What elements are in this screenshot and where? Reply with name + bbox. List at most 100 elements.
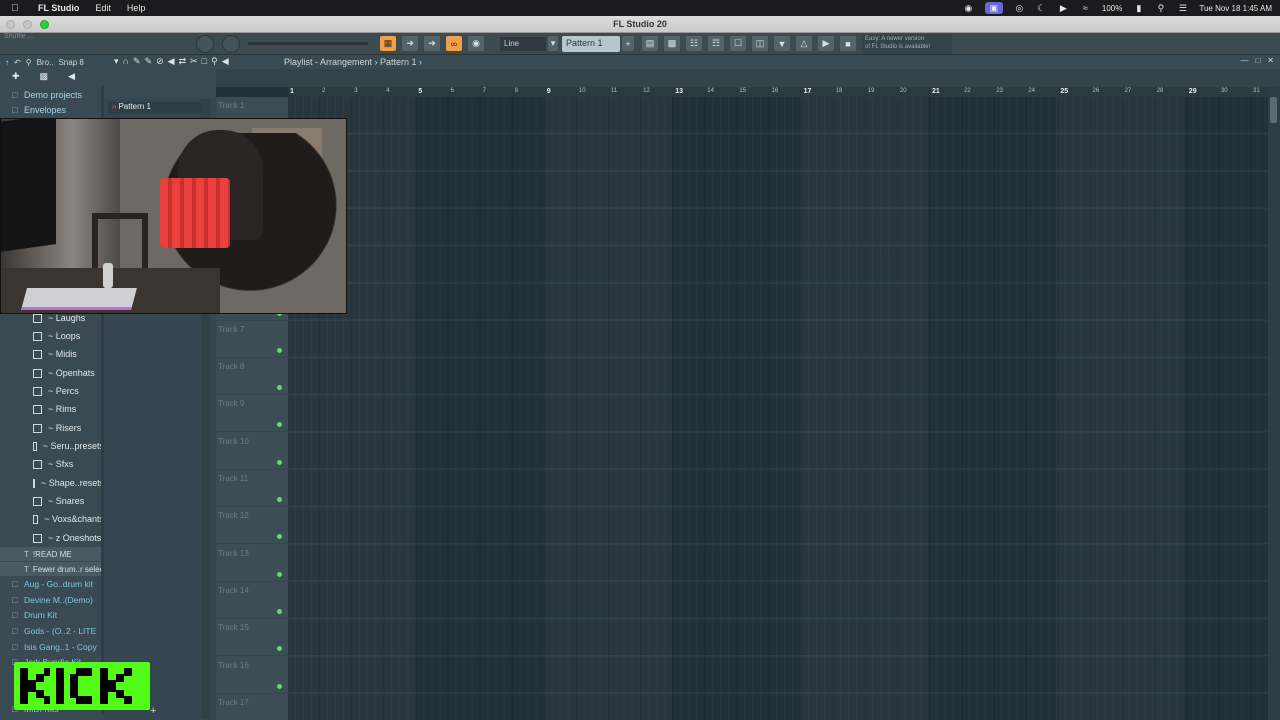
checkbox[interactable]	[33, 331, 42, 341]
master-pitch-knob[interactable]	[222, 35, 240, 53]
mute-icon[interactable]: ◀	[168, 56, 175, 67]
checkbox[interactable]	[33, 386, 42, 396]
track-header[interactable]: Track 9	[216, 395, 288, 433]
online-news-icon[interactable]: ■	[840, 36, 856, 51]
track-enable-led[interactable]	[277, 459, 282, 465]
maximize-icon[interactable]: □	[1255, 56, 1260, 65]
checkbox[interactable]	[33, 441, 37, 451]
track-header[interactable]: Track 7	[216, 321, 288, 358]
channel-rack-icon[interactable]: ☷	[686, 36, 702, 51]
browser-subfolder[interactable]: ~ Rims	[0, 401, 104, 417]
browser-subfolder[interactable]: ~ Risers	[0, 420, 104, 436]
browser-kit-folder[interactable]: □ Drum Kit	[0, 607, 104, 623]
mixer-icon[interactable]: ☶	[708, 36, 724, 51]
checkbox[interactable]	[33, 459, 42, 469]
minimize-icon[interactable]: —	[1240, 56, 1248, 65]
focus-moon-icon[interactable]: ☾	[1036, 3, 1047, 13]
browser-kit-folder[interactable]: □ Devine M..(Demo)	[0, 592, 104, 608]
checkbox[interactable]	[33, 478, 35, 488]
snap-dropdown-icon[interactable]: ▾	[548, 36, 558, 51]
checkbox[interactable]	[33, 423, 42, 433]
snap-mode-select[interactable]: Line	[500, 37, 546, 51]
track-header[interactable]: Track 13	[216, 545, 288, 582]
playback-icon[interactable]: ◀	[222, 56, 229, 67]
browser-file[interactable]: TFewer drum..r selected	[0, 562, 104, 576]
screen-share-icon[interactable]: ▣	[984, 2, 1003, 14]
playlist-scrollbar[interactable]	[1268, 87, 1280, 720]
menu-arrow-icon[interactable]: ▾	[114, 56, 119, 67]
slice-icon[interactable]: ✂	[190, 56, 198, 67]
clock[interactable]: Tue Nov 18 1:45 AM	[1199, 4, 1272, 13]
render-icon[interactable]: ▶	[818, 36, 834, 51]
track-header[interactable]: Track 11	[216, 470, 288, 507]
clipboard-icon[interactable]: ▩	[40, 71, 49, 85]
playlist-window-icon[interactable]: ▤	[642, 36, 658, 51]
arrow-up-icon[interactable]: ↑	[5, 58, 9, 67]
track-enable-led[interactable]	[277, 608, 282, 614]
browser-subfolder[interactable]: ~ z Oneshots	[0, 530, 104, 546]
browser-subfolder[interactable]: ~ Shape..resets	[0, 475, 104, 491]
browser-subfolder[interactable]: ~ Seru..presets	[0, 438, 104, 454]
search-icon[interactable]: ⚲	[26, 58, 32, 67]
timeline-ruler[interactable]: 1 2 3 4 5 6 7 8 9 10 11 12 13 14 15 16 17 18 19 20 21 22 23 24 2…	[288, 87, 1268, 97]
checkbox[interactable]	[33, 368, 42, 378]
checkbox[interactable]	[33, 313, 42, 323]
track-header[interactable]: Track 12	[216, 507, 288, 545]
track-enable-led[interactable]	[277, 422, 282, 428]
checkbox[interactable]	[33, 349, 42, 359]
cut-icon[interactable]: ➜	[424, 36, 440, 51]
track-enable-led[interactable]	[277, 347, 282, 353]
plugin-icon[interactable]: ◫	[752, 36, 768, 51]
track-enable-led[interactable]	[277, 497, 282, 502]
app-menu[interactable]: FL Studio	[30, 3, 87, 13]
edit-menu[interactable]: Edit	[87, 3, 119, 13]
snap-label[interactable]: Snap 8	[58, 58, 83, 67]
pattern-selector[interactable]: Pattern 1	[562, 36, 620, 52]
browser-subfolder[interactable]: ~ Percs	[0, 383, 104, 399]
browser-subfolder[interactable]: ~ Snares	[0, 493, 104, 509]
browser-kit-folder[interactable]: □ Aug - Go..drum kit	[0, 576, 104, 592]
zoom-icon[interactable]: ⚲	[211, 56, 218, 67]
obs-icon[interactable]: ◉	[963, 3, 974, 13]
browser-folder[interactable]: □ Demo projects	[0, 87, 104, 103]
browser-folder[interactable]: □ Envelopes	[0, 102, 104, 118]
collapse-icon[interactable]: ✚	[12, 71, 20, 85]
speaker-icon[interactable]: ◀	[68, 71, 75, 85]
slip-icon[interactable]: ⇄	[179, 56, 187, 67]
paint-icon[interactable]: ✎	[145, 56, 153, 67]
track-header[interactable]: Track 16	[216, 657, 288, 694]
browser-subfolder[interactable]: ~ Sfxs	[0, 456, 104, 472]
piano-roll-icon[interactable]: ▩	[664, 36, 680, 51]
checkbox[interactable]	[33, 404, 42, 414]
browse-label[interactable]: Bro..	[37, 58, 54, 67]
browser-kit-folder[interactable]: □ Gods - (O..2 - LITE	[0, 623, 104, 639]
delete-icon[interactable]: ⊘	[156, 56, 164, 67]
link-icon[interactable]: ∞	[446, 36, 462, 51]
track-header[interactable]: Track 14	[216, 582, 288, 619]
track-enable-led[interactable]	[277, 683, 282, 689]
browser-subfolder[interactable]: ~ Openhats	[0, 365, 104, 381]
help-menu[interactable]: Help	[119, 3, 154, 13]
track-header[interactable]: Track 10	[216, 433, 288, 470]
pattern-item[interactable]: » Pattern 1	[108, 102, 204, 114]
airplay-icon[interactable]: ◎	[1014, 3, 1025, 13]
track-header[interactable]: Track 17	[216, 694, 288, 720]
apple-menu-icon[interactable]: 	[0, 3, 30, 14]
checkbox[interactable]	[33, 514, 39, 524]
checkbox[interactable]	[33, 496, 42, 506]
battery-icon[interactable]: ▮	[1133, 3, 1144, 13]
track-enable-led[interactable]	[277, 534, 282, 540]
magnet-icon[interactable]: ∩	[123, 56, 129, 67]
add-pattern-icon[interactable]: +	[622, 36, 634, 51]
browser-subfolder[interactable]: ~ Voxs&chants	[0, 511, 104, 527]
stamp-icon[interactable]: ◉	[468, 36, 484, 51]
tempo-tap-icon[interactable]: △	[796, 36, 812, 51]
spotlight-search-icon[interactable]: ⚲	[1155, 3, 1166, 13]
browser-kit-folder[interactable]: □ Isis Gang..1 - Copy	[0, 639, 104, 655]
scroll-thumb[interactable]	[1270, 97, 1277, 123]
update-notice[interactable]: Easy: A newer version of FL Studio is av…	[862, 34, 952, 54]
master-volume-knob[interactable]	[196, 35, 214, 53]
wifi-icon[interactable]: ≈	[1080, 3, 1091, 13]
pattern-song-toggle[interactable]: ▦	[380, 36, 396, 51]
track-header[interactable]: Track 8	[216, 358, 288, 396]
